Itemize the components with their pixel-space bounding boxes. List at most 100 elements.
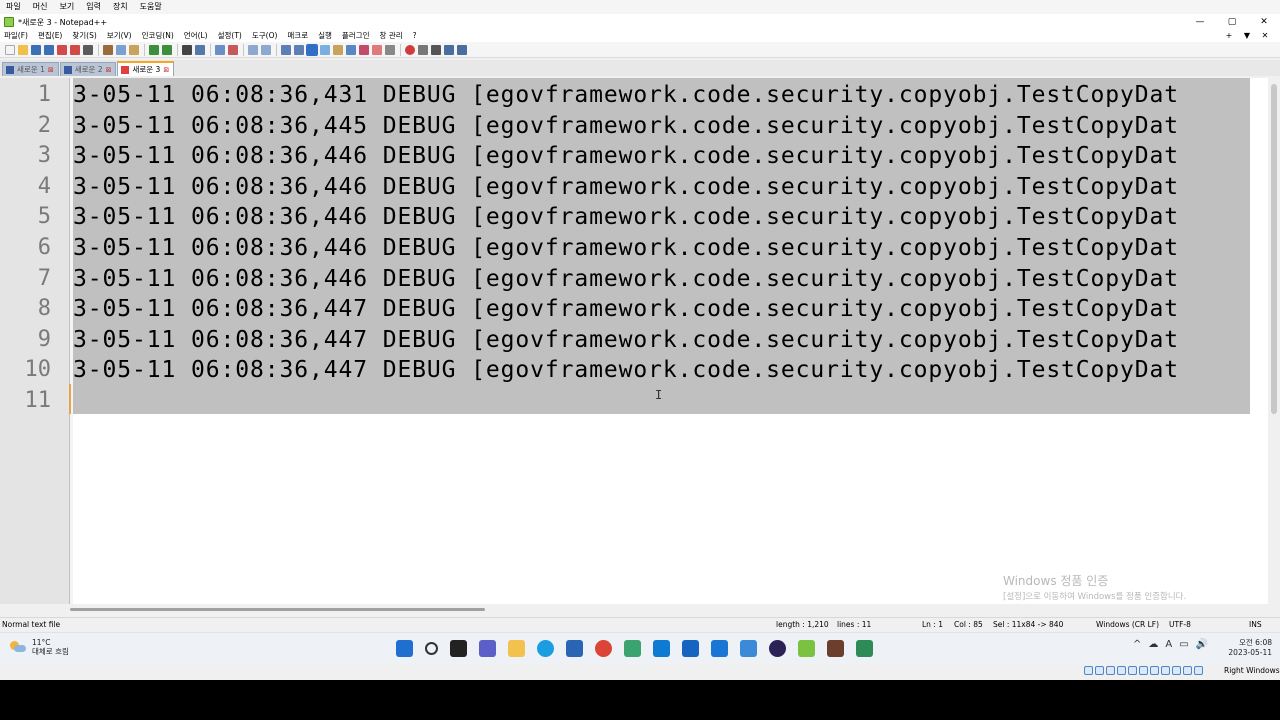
- shared-folder-icon[interactable]: [1139, 666, 1148, 675]
- host-menu-help[interactable]: 도움말: [140, 0, 162, 14]
- save-all-icon[interactable]: [44, 44, 54, 55]
- text-editor[interactable]: 1 2 3 4 5 6 7 8 9 10 11 I 3-05-11 06:08:36,431 DEB…: [0, 78, 1268, 604]
- menu-view[interactable]: 보기(V): [107, 30, 132, 42]
- clock[interactable]: 오전 6:08 2023-05-11: [1226, 638, 1272, 658]
- host-menu-file[interactable]: 파일: [6, 0, 21, 14]
- tab-new-2[interactable]: 새로운 2 ⊠: [59, 62, 117, 76]
- keyboard-icon[interactable]: [1194, 666, 1203, 675]
- weather-widget[interactable]: 11°C 대체로 흐림: [10, 638, 69, 656]
- maps-icon[interactable]: [682, 640, 699, 657]
- menu-tools[interactable]: 도구(O): [252, 30, 278, 42]
- tray-overflow-icon[interactable]: ^: [1133, 639, 1141, 650]
- tab-close-icon[interactable]: ⊠: [163, 66, 169, 74]
- edge-icon[interactable]: [537, 640, 554, 657]
- redo-icon[interactable]: [162, 44, 172, 55]
- close-file-icon[interactable]: [57, 44, 67, 55]
- doc-list-icon[interactable]: [385, 44, 395, 55]
- play-macro-icon[interactable]: [431, 44, 441, 55]
- chat-icon[interactable]: [479, 640, 496, 657]
- menu-run[interactable]: 실행: [318, 30, 332, 42]
- chrome-icon[interactable]: [595, 640, 612, 657]
- search-icon[interactable]: [425, 642, 438, 655]
- language-udl-icon[interactable]: [320, 44, 330, 55]
- menu-language[interactable]: 언어(L): [184, 30, 208, 42]
- store-icon[interactable]: [566, 640, 583, 657]
- menu-settings[interactable]: 설정(T): [218, 30, 242, 42]
- function-list-icon[interactable]: [346, 44, 356, 55]
- menu-file[interactable]: 파일(F): [4, 30, 28, 42]
- tab-close-icon[interactable]: ⊠: [48, 66, 54, 74]
- host-menu-machine[interactable]: 머신: [33, 0, 48, 14]
- doc-map-icon[interactable]: [333, 44, 343, 55]
- paste-icon[interactable]: [129, 44, 139, 55]
- new-file-icon[interactable]: [5, 44, 15, 55]
- menu-help[interactable]: ?: [413, 30, 417, 42]
- monitoring-icon[interactable]: [372, 44, 382, 55]
- display-icon[interactable]: [1150, 666, 1159, 675]
- minimize-button[interactable]: —: [1184, 14, 1216, 30]
- status-eol[interactable]: Windows (CR LF): [1096, 620, 1159, 629]
- menu-encoding[interactable]: 인코딩(N): [142, 30, 174, 42]
- vertical-scrollbar[interactable]: [1268, 78, 1280, 604]
- window-app-icon[interactable]: [740, 640, 757, 657]
- status-insert-mode[interactable]: INS: [1249, 620, 1262, 629]
- tab-close-icon[interactable]: ⊠: [106, 66, 112, 74]
- recording-icon[interactable]: [1161, 666, 1170, 675]
- audio-icon[interactable]: [1106, 666, 1115, 675]
- zoom-out-icon[interactable]: [228, 44, 238, 55]
- replace-icon[interactable]: [195, 44, 205, 55]
- horizontal-scrollbar[interactable]: [0, 604, 1268, 616]
- new-tab-button[interactable]: +: [1220, 30, 1238, 42]
- paint-palette-icon[interactable]: [856, 640, 873, 657]
- optical-drive-icon[interactable]: [1095, 666, 1104, 675]
- horizontal-scroll-thumb[interactable]: [70, 608, 485, 611]
- save-icon[interactable]: [31, 44, 41, 55]
- menu-search[interactable]: 찾기(S): [72, 30, 96, 42]
- windows-start-icon[interactable]: [396, 640, 413, 657]
- vertical-scroll-thumb[interactable]: [1271, 84, 1277, 414]
- file-explorer-icon[interactable]: [508, 640, 525, 657]
- run-multiple-macro-icon[interactable]: [444, 44, 454, 55]
- mouse-integration-icon[interactable]: [1183, 666, 1192, 675]
- close-doc-button[interactable]: ✕: [1256, 30, 1274, 42]
- tray-cloud-icon[interactable]: ☁: [1148, 639, 1158, 650]
- volume-icon[interactable]: 🔊: [1196, 639, 1208, 650]
- ime-indicator-icon[interactable]: A: [1165, 639, 1172, 650]
- usb-icon[interactable]: [1128, 666, 1137, 675]
- undo-icon[interactable]: [149, 44, 159, 55]
- word-wrap-icon[interactable]: [281, 44, 291, 55]
- host-menu-devices[interactable]: 장치: [113, 0, 128, 14]
- folder-workspace-icon[interactable]: [359, 44, 369, 55]
- indent-guide-icon[interactable]: [306, 43, 318, 56]
- eclipse-icon[interactable]: [769, 640, 786, 657]
- hdd-icon[interactable]: [1084, 666, 1093, 675]
- network-adapter-icon[interactable]: [1117, 666, 1126, 675]
- copy-icon[interactable]: [116, 44, 126, 55]
- sync-scroll-v-icon[interactable]: [248, 44, 258, 55]
- zoom-in-icon[interactable]: [215, 44, 225, 55]
- host-menu-view[interactable]: 보기: [59, 0, 74, 14]
- tab-new-1[interactable]: 새로운 1 ⊠: [2, 62, 59, 76]
- taskview-icon[interactable]: [450, 640, 467, 657]
- paint-icon[interactable]: [624, 640, 641, 657]
- menu-macro[interactable]: 매크로: [287, 30, 308, 42]
- close-all-icon[interactable]: [70, 44, 80, 55]
- cpu-icon[interactable]: [1172, 666, 1181, 675]
- settings-app-icon[interactable]: [827, 640, 844, 657]
- host-menu-input[interactable]: 입력: [86, 0, 101, 14]
- tab-list-button[interactable]: ▼: [1238, 30, 1256, 42]
- menu-window[interactable]: 창 관리: [380, 30, 403, 42]
- pin-app-icon[interactable]: [711, 640, 728, 657]
- network-icon[interactable]: ▭: [1179, 639, 1188, 650]
- find-icon[interactable]: [182, 44, 192, 55]
- cut-icon[interactable]: [103, 44, 113, 55]
- record-macro-icon[interactable]: [405, 44, 415, 55]
- print-icon[interactable]: [83, 44, 93, 55]
- menu-edit[interactable]: 편집(E): [38, 30, 62, 42]
- vscode-icon[interactable]: [653, 640, 670, 657]
- open-file-icon[interactable]: [18, 44, 28, 55]
- close-button[interactable]: ✕: [1248, 14, 1280, 30]
- sync-scroll-h-icon[interactable]: [261, 44, 271, 55]
- menu-plugins[interactable]: 플러그인: [342, 30, 370, 42]
- show-all-chars-icon[interactable]: [294, 44, 304, 55]
